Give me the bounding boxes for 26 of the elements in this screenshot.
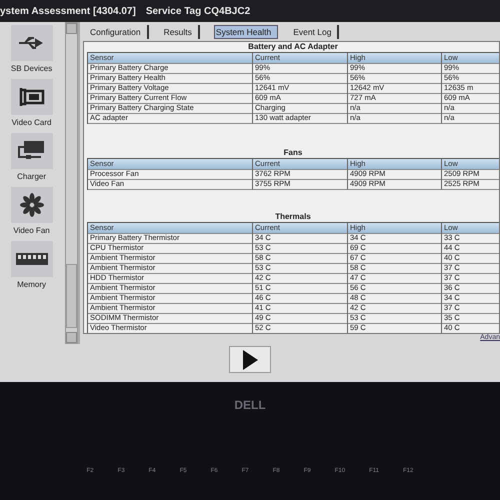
- sidebar-item[interactable]: [10, 79, 53, 115]
- sidebar-label: Charger: [17, 172, 46, 183]
- fan-icon: [20, 193, 44, 217]
- card-icon: [18, 86, 46, 108]
- section-title: Fans: [282, 148, 304, 158]
- sidebar-label: SB Devices: [10, 64, 52, 75]
- sidebar-label: Video Card: [12, 118, 52, 129]
- tab[interactable]: Configuration: [89, 25, 149, 39]
- memory-icon: [14, 252, 49, 266]
- tab[interactable]: Results: [162, 25, 200, 39]
- sidebar-item[interactable]: [10, 25, 53, 61]
- tab[interactable]: Event Log: [292, 25, 340, 39]
- sidebar-label: Memory: [17, 280, 46, 291]
- service-tag: Service Tag CQ4BJC2: [146, 6, 250, 16]
- section-title: Battery and AC Adapter: [247, 42, 339, 52]
- sidebar-item[interactable]: [10, 133, 53, 169]
- sidebar-item[interactable]: [10, 241, 53, 277]
- sidebar-label: Video Fan: [13, 226, 50, 237]
- scrollbar[interactable]: [65, 22, 78, 344]
- play-icon: [242, 350, 258, 370]
- logo: DELL: [234, 398, 266, 412]
- sidebar-item[interactable]: [10, 187, 53, 223]
- tab[interactable]: System Health: [214, 25, 278, 39]
- play-button[interactable]: [229, 346, 271, 373]
- window-title: ystem Assessment [4304.07]: [0, 6, 136, 16]
- section-title: Thermals: [274, 212, 312, 222]
